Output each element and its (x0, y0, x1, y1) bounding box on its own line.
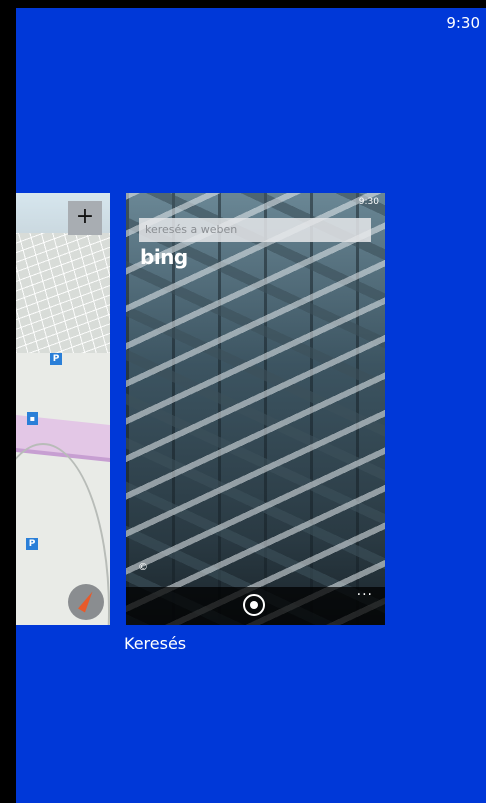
compass-icon[interactable] (68, 584, 104, 620)
more-options-icon[interactable]: ... (357, 583, 373, 599)
maps-app-card[interactable]: P ▪ P + (16, 193, 110, 625)
bing-status-time: 9:30 (358, 197, 379, 207)
top-bar (0, 0, 486, 8)
app-card-label: Keresés (124, 634, 187, 653)
eye-icon[interactable] (243, 594, 265, 616)
compass-needle (78, 589, 96, 613)
bing-search-input[interactable]: keresés a weben (139, 218, 371, 242)
bing-logo: bing (140, 245, 188, 269)
bing-app-card[interactable]: 9:30 keresés a weben bing © ... (126, 193, 385, 625)
bus-stop-icon: ▪ (27, 412, 38, 425)
status-time: 9:30 (446, 14, 480, 32)
bing-app-bar: ... (126, 583, 385, 625)
parking-icon: P (50, 353, 62, 365)
left-edge-bar (0, 0, 16, 803)
map-street-grid (16, 233, 110, 353)
parking-icon: P (26, 538, 38, 550)
copyright-icon: © (138, 562, 148, 573)
zoom-in-button[interactable]: + (68, 201, 102, 235)
